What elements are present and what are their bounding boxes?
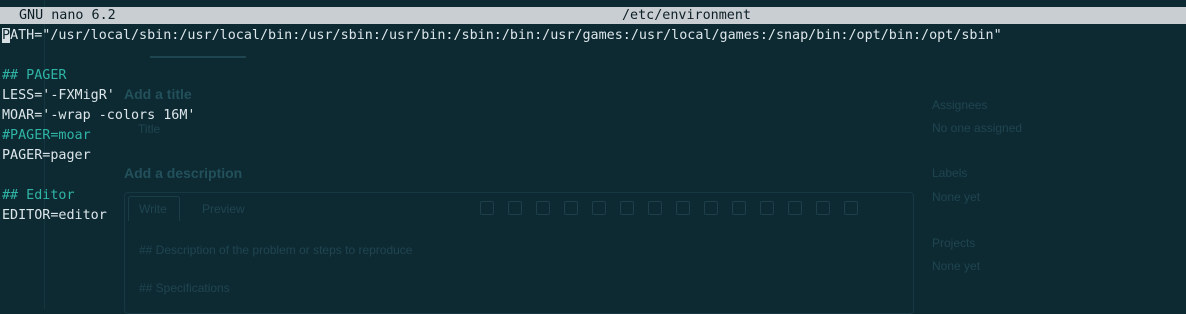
editor-line-1-rest: ATH="/usr/local/sbin:/usr/local/bin:/usr… bbox=[10, 28, 1002, 43]
editor-line-6[interactable]: #PAGER=moar bbox=[2, 126, 1002, 146]
nano-version: GNU nano 6.2 bbox=[19, 8, 116, 23]
nano-terminal[interactable]: GNU nano 6.2 /etc/environment PATH="/usr… bbox=[0, 0, 1186, 309]
editor-line-7[interactable]: PAGER=pager bbox=[2, 146, 1002, 166]
editor-line-5[interactable]: MOAR='-wrap -colors 16M' bbox=[2, 106, 1002, 126]
editor-line-2[interactable] bbox=[2, 46, 1002, 66]
editor-line-10[interactable]: EDITOR=editor bbox=[2, 206, 1002, 226]
editor-line-9[interactable]: ## Editor bbox=[2, 186, 1002, 206]
editor-line-4[interactable]: LESS='-FXMigR' bbox=[2, 86, 1002, 106]
editor-line-3[interactable]: ## PAGER bbox=[2, 66, 1002, 86]
nano-title-bar: GNU nano 6.2 /etc/environment bbox=[0, 7, 1186, 24]
editor-line-8[interactable] bbox=[2, 166, 1002, 186]
editor-line-1[interactable]: PATH="/usr/local/sbin:/usr/local/bin:/us… bbox=[2, 26, 1002, 46]
nano-editor-buffer[interactable]: PATH="/usr/local/sbin:/usr/local/bin:/us… bbox=[2, 26, 1002, 226]
nano-filename: /etc/environment bbox=[622, 8, 751, 23]
text-cursor: P bbox=[2, 28, 11, 43]
